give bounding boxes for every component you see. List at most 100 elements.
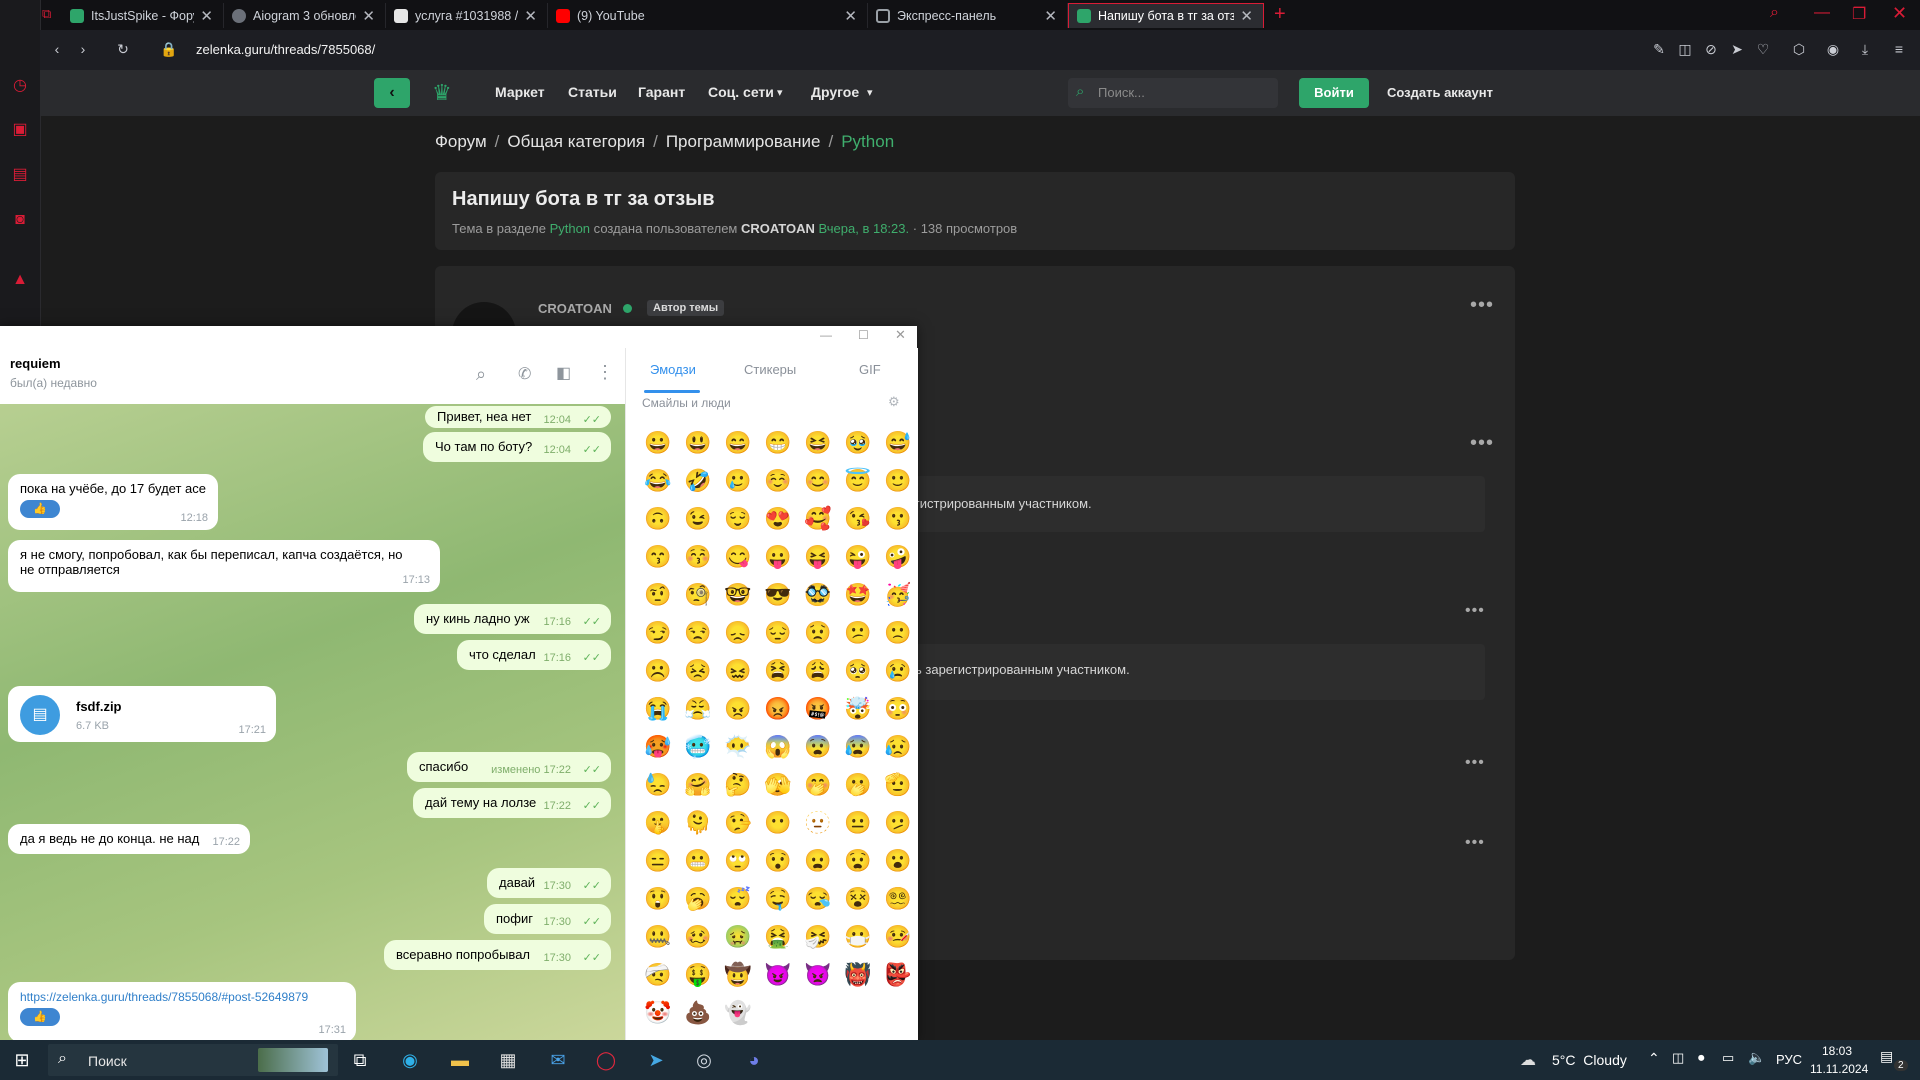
emoji-item[interactable]: 😌 <box>718 500 758 538</box>
emoji-item[interactable]: 🧐 <box>678 576 718 614</box>
emoji-item[interactable]: 👹 <box>838 956 878 994</box>
emoji-item[interactable]: 🥲 <box>718 462 758 500</box>
emoji-item[interactable]: 🥳 <box>878 576 918 614</box>
emoji-item[interactable]: ☺️ <box>758 462 798 500</box>
language-indicator[interactable]: РУС <box>1776 1052 1802 1067</box>
emoji-item[interactable]: 🫣 <box>758 766 798 804</box>
download-icon[interactable]: ⤓ <box>1856 40 1874 58</box>
heart-icon[interactable]: ♡ <box>1754 40 1772 58</box>
emoji-item[interactable]: 😔 <box>758 614 798 652</box>
emoji-item[interactable]: 😀 <box>638 424 678 462</box>
forward-icon[interactable]: › <box>74 40 92 58</box>
meta-section-link[interactable]: Python <box>550 221 590 236</box>
contact-name[interactable]: requiem <box>10 356 61 371</box>
emoji-item[interactable]: 🥺 <box>838 652 878 690</box>
restore-window-button[interactable]: ❐ <box>1852 4 1866 24</box>
message-bubble[interactable]: спасибо изменено 17:22 ✓✓ <box>407 752 611 782</box>
weather-text[interactable]: 5°C Cloudy <box>1552 1052 1627 1068</box>
clock-time[interactable]: 18:03 <box>1822 1044 1852 1058</box>
emoji-item[interactable]: 😏 <box>638 614 678 652</box>
more-vertical-icon[interactable]: ⋮ <box>596 362 614 383</box>
instagram-icon[interactable]: ◙ <box>10 210 30 230</box>
sidebar-toggle-icon[interactable]: ◧ <box>556 363 571 383</box>
aria-icon[interactable]: ▲ <box>10 270 30 290</box>
steam-icon[interactable]: ◎ <box>692 1048 716 1072</box>
emoji-item[interactable]: 😴 <box>718 880 758 918</box>
more-options-icon[interactable]: ••• <box>1470 432 1494 455</box>
emoji-item[interactable]: 😮 <box>878 842 918 880</box>
message-bubble[interactable]: да я ведь не до конца. не над 17:22 <box>8 824 250 854</box>
search-icon[interactable]: ⌕ <box>476 364 486 385</box>
emoji-item[interactable]: 🤥 <box>718 804 758 842</box>
edge-icon[interactable]: ◉ <box>398 1048 422 1072</box>
emoji-item[interactable]: 🤕 <box>638 956 678 994</box>
nav-articles[interactable]: Статьи <box>568 84 617 100</box>
maximize-icon[interactable]: ☐ <box>858 328 869 342</box>
tab-emoji[interactable]: Эмодзи <box>650 362 696 377</box>
back-button[interactable]: ‹ <box>374 78 410 108</box>
meta-author-link[interactable]: CROATOAN <box>741 221 815 236</box>
emoji-item[interactable]: 😯 <box>758 842 798 880</box>
emoji-item[interactable]: 😷 <box>838 918 878 956</box>
emoji-item[interactable]: 🤩 <box>838 576 878 614</box>
message-bubble[interactable]: пока на учёбе, до 17 будет асе 👍 12:18 <box>8 474 218 530</box>
emoji-item[interactable]: 😂 <box>638 462 678 500</box>
back-icon[interactable]: ‹ <box>48 40 66 58</box>
emoji-item[interactable]: 😧 <box>838 842 878 880</box>
menu-icon[interactable]: ≡ <box>1890 40 1908 58</box>
emoji-item[interactable]: 😐 <box>838 804 878 842</box>
emoji-item[interactable]: 😰 <box>838 728 878 766</box>
workspace-icon[interactable]: ⧉ <box>42 6 58 22</box>
nav-other[interactable]: Другое <box>811 84 859 100</box>
reload-icon[interactable]: ↻ <box>114 40 132 58</box>
emoji-item[interactable]: 🤐 <box>638 918 678 956</box>
emoji-item[interactable]: 😳 <box>878 690 918 728</box>
emoji-item[interactable]: 🫡 <box>878 766 918 804</box>
emoji-item[interactable]: 😦 <box>798 842 838 880</box>
emoji-item[interactable]: 🤗 <box>678 766 718 804</box>
emoji-item[interactable]: 😤 <box>678 690 718 728</box>
emoji-item[interactable]: 🥹 <box>838 424 878 462</box>
search-tabs-icon[interactable]: ⌕ <box>1770 4 1779 22</box>
mail-icon[interactable]: ✉ <box>546 1048 570 1072</box>
close-tab-icon[interactable]: ✕ <box>524 7 537 25</box>
emoji-item[interactable]: 😨 <box>798 728 838 766</box>
telegram-icon[interactable]: ➤ <box>644 1048 668 1072</box>
emoji-item[interactable]: 😵 <box>838 880 878 918</box>
phone-icon[interactable]: ✆ <box>518 364 531 384</box>
close-icon[interactable]: ✕ <box>895 327 906 343</box>
taskbar-search[interactable]: ⌕ Поиск <box>48 1044 338 1076</box>
emoji-item[interactable]: 🤪 <box>878 538 918 576</box>
emoji-item[interactable]: 😕 <box>838 614 878 652</box>
message-bubble[interactable]: пофиг 17:30 ✓✓ <box>484 904 611 934</box>
emoji-item[interactable]: 😘 <box>838 500 878 538</box>
emoji-item[interactable]: ☹️ <box>638 652 678 690</box>
tab-thread-active[interactable]: Напишу бота в тг за отзыв ✕ <box>1068 3 1264 28</box>
emoji-item[interactable]: 🤔 <box>718 766 758 804</box>
crumb-programming[interactable]: Программирование <box>666 132 821 151</box>
emoji-item[interactable]: 😛 <box>758 538 798 576</box>
emoji-item[interactable]: 😶 <box>758 804 798 842</box>
emoji-item[interactable]: 🥸 <box>798 576 838 614</box>
emoji-item[interactable]: 🤮 <box>758 918 798 956</box>
minimize-window-button[interactable]: — <box>1814 4 1830 22</box>
emoji-item[interactable]: 😜 <box>838 538 878 576</box>
emoji-item[interactable]: 😑 <box>638 842 678 880</box>
close-tab-icon[interactable]: ✕ <box>362 7 375 25</box>
clock-date[interactable]: 11.11.2024 <box>1810 1062 1868 1076</box>
microphone-icon[interactable]: ⏺ <box>1698 1050 1705 1066</box>
emoji-item[interactable]: 🤢 <box>718 918 758 956</box>
emoji-item[interactable]: 🥱 <box>678 880 718 918</box>
emoji-item[interactable]: 🤭 <box>798 766 838 804</box>
message-bubble[interactable]: всеравно попробывал 17:30 ✓✓ <box>384 940 611 970</box>
adblock-icon[interactable]: ⊘ <box>1702 40 1720 58</box>
emoji-item[interactable]: 😲 <box>638 880 678 918</box>
forum-search[interactable]: ⌕ Поиск... <box>1068 78 1278 108</box>
close-tab-icon[interactable]: ✕ <box>1240 7 1253 25</box>
send-icon[interactable]: ➤ <box>1728 40 1746 58</box>
message-bubble[interactable]: дай тему на лолзе 17:22 ✓✓ <box>413 788 611 818</box>
emoji-item[interactable]: 🙄 <box>718 842 758 880</box>
emoji-item[interactable]: 😗 <box>878 500 918 538</box>
chat-history[interactable]: Привет, неа нет 12:04 ✓✓ Чо там по боту?… <box>0 404 625 1040</box>
more-options-icon[interactable]: ••• <box>1465 834 1485 852</box>
